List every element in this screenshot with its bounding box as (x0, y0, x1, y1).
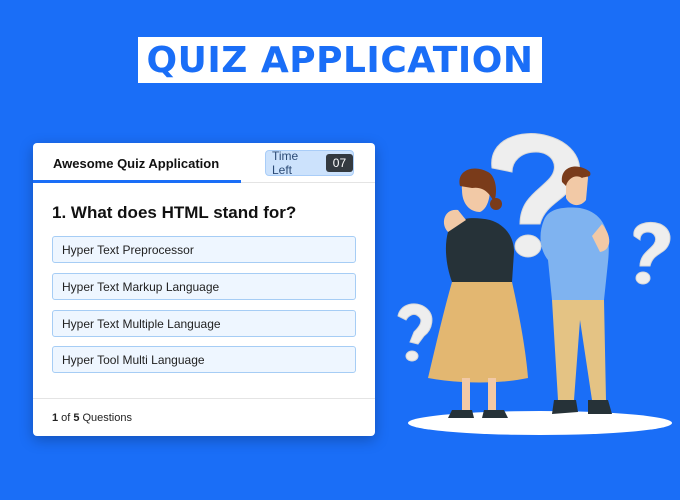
total-questions: 5 (73, 411, 80, 424)
option-1[interactable]: Hyper Text Preprocessor (52, 236, 356, 263)
illustration-thinking-people (397, 133, 672, 435)
option-4[interactable]: Hyper Tool Multi Language (52, 346, 356, 373)
question-text: 1. What does HTML stand for? (52, 203, 297, 222)
timer-box: Time Left 07 (265, 149, 354, 177)
floor-shadow (408, 411, 672, 435)
counter-of: of (61, 411, 71, 424)
option-3[interactable]: Hyper Text Multiple Language (52, 310, 356, 337)
woman-thinking (428, 168, 528, 418)
quiz-header: Awesome Quiz Application Time Left 07 (33, 143, 375, 183)
quiz-title: Awesome Quiz Application (53, 156, 220, 171)
timer-progress-line (33, 180, 241, 183)
option-2[interactable]: Hyper Text Markup Language (52, 273, 356, 300)
question-mark-icon (633, 222, 671, 285)
quiz-card: Awesome Quiz Application Time Left 07 1.… (33, 143, 375, 436)
timer-label: Time Left (272, 149, 299, 177)
title-banner: QUIZ APPLICATION (138, 37, 542, 83)
question-counter: 1 of 5 Questions (33, 398, 375, 436)
question-mark-icon (397, 303, 433, 362)
current-question-number: 1 (52, 411, 59, 424)
timer-value: 07 (325, 154, 353, 172)
banner-title: QUIZ APPLICATION (146, 39, 534, 81)
counter-suffix: Questions (82, 411, 132, 424)
